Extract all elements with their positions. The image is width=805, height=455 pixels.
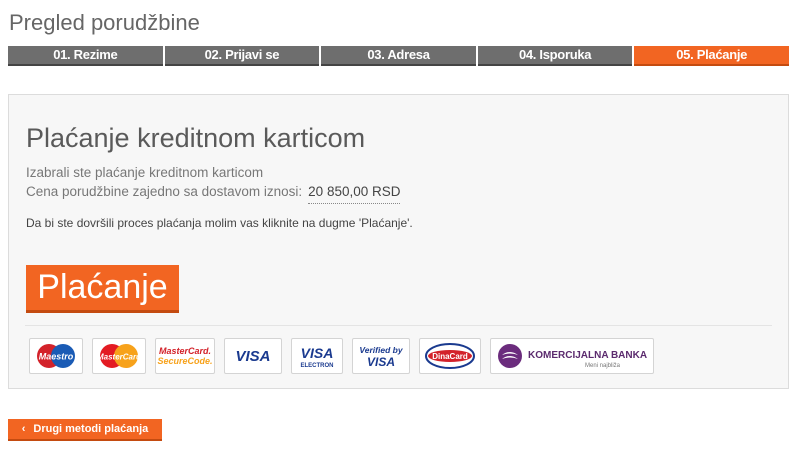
step-adresa[interactable]: 03. Adresa <box>321 46 476 66</box>
maestro-logo: Maestro <box>29 338 83 374</box>
visa-text: VISA <box>235 348 270 365</box>
visa-electron-text-1: VISA <box>301 345 334 361</box>
mastercard-text: MasterCard <box>97 353 142 362</box>
step-rezime[interactable]: 01. Rezime <box>8 46 163 66</box>
securecode-text-1: MasterCard. <box>159 346 211 356</box>
dinacard-text: DinaCard <box>432 352 468 361</box>
amount-label: Cena porudžbine zajedno sa dostavom izno… <box>26 184 303 199</box>
checkout-steps: 01. Rezime 02. Prijavi se 03. Adresa 04.… <box>8 46 789 66</box>
page-title: Pregled porudžbine <box>9 10 200 35</box>
visa-logo: VISA <box>224 338 282 374</box>
dinacard-logo: DinaCard <box>419 338 481 374</box>
verified-by-visa-logo: Verified by VISA <box>352 338 410 374</box>
selected-method-text: Izabrali ste plaćanje kreditnom karticom <box>26 165 264 180</box>
maestro-text: Maestro <box>39 352 74 362</box>
komercijalna-banka-logo: KOMERCIJALNA BANKA Meni najbliža <box>490 338 654 374</box>
mastercard-securecode-logo: MasterCard. SecureCode. <box>155 338 215 374</box>
verified-by-visa-text-1: Verified by <box>359 345 403 355</box>
step-placanje: 05. Plaćanje <box>634 46 789 66</box>
chevron-left-icon: ‹ <box>21 423 26 435</box>
securecode-text-2: SecureCode. <box>157 356 212 366</box>
divider <box>25 325 772 326</box>
step-prijavi-se[interactable]: 02. Prijavi se <box>164 46 320 66</box>
payment-title: Plaćanje kreditnom karticom <box>26 123 366 153</box>
payment-panel: Plaćanje kreditnom karticom Izabrali ste… <box>8 94 789 389</box>
card-logos: Maestro MasterCard MasterCard. SecureCod… <box>29 338 654 376</box>
amount-line: Cena porudžbine zajedno sa dostavom izno… <box>26 184 401 204</box>
mastercard-logo: MasterCard <box>92 338 146 374</box>
order-amount: 20 850,00 RSD <box>308 184 401 204</box>
komercijalna-banka-slogan: Meni najbliža <box>585 363 621 369</box>
pay-button[interactable]: Plaćanje <box>26 265 179 313</box>
visa-electron-text-2: ELECTRON <box>301 363 334 369</box>
other-payment-methods-button[interactable]: ‹ Drugi metodi plaćanja <box>8 419 162 441</box>
visa-electron-logo: VISA ELECTRON <box>291 338 343 374</box>
verified-by-visa-text-2: VISA <box>367 355 395 369</box>
other-payment-methods-label: Drugi metodi plaćanja <box>33 423 149 435</box>
instruction-text: Da bi ste dovršili proces plaćanja molim… <box>26 216 413 230</box>
komercijalna-banka-text: KOMERCIJALNA BANKA <box>528 350 647 361</box>
step-isporuka[interactable]: 04. Isporuka <box>477 46 633 66</box>
